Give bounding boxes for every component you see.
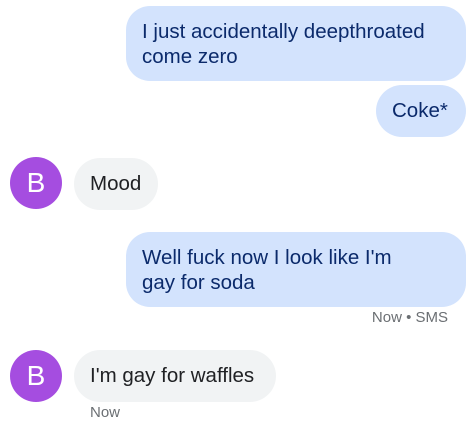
incoming-message-bubble[interactable]: Mood [74,158,158,210]
avatar-initial: B [26,167,46,198]
message-text-line: Coke* [392,99,448,122]
message-text-line: come zero [142,45,238,68]
outgoing-message-bubble[interactable]: Coke* [376,85,466,137]
message-text-line: Mood [90,172,142,195]
contact-avatar[interactable]: B [10,350,62,402]
message-text-line: I just accidentally deepthroated [142,20,425,43]
avatar-initial: B [26,360,46,391]
incoming-message-bubble[interactable]: I'm gay for waffles [74,350,276,402]
message-status: Now • SMS [371,309,448,326]
contact-avatar[interactable]: B [10,157,62,209]
message-text-line: gay for soda [142,271,255,294]
message-text-line: I'm gay for waffles [90,364,255,387]
message-status: Now [90,404,121,421]
message-text-line: Well fuck now I look like I'm [142,246,392,269]
outgoing-message-bubble[interactable]: I just accidentally deepthroated come ze… [126,6,466,81]
outgoing-message-bubble[interactable]: Well fuck now I look like I'm gay for so… [126,232,466,307]
